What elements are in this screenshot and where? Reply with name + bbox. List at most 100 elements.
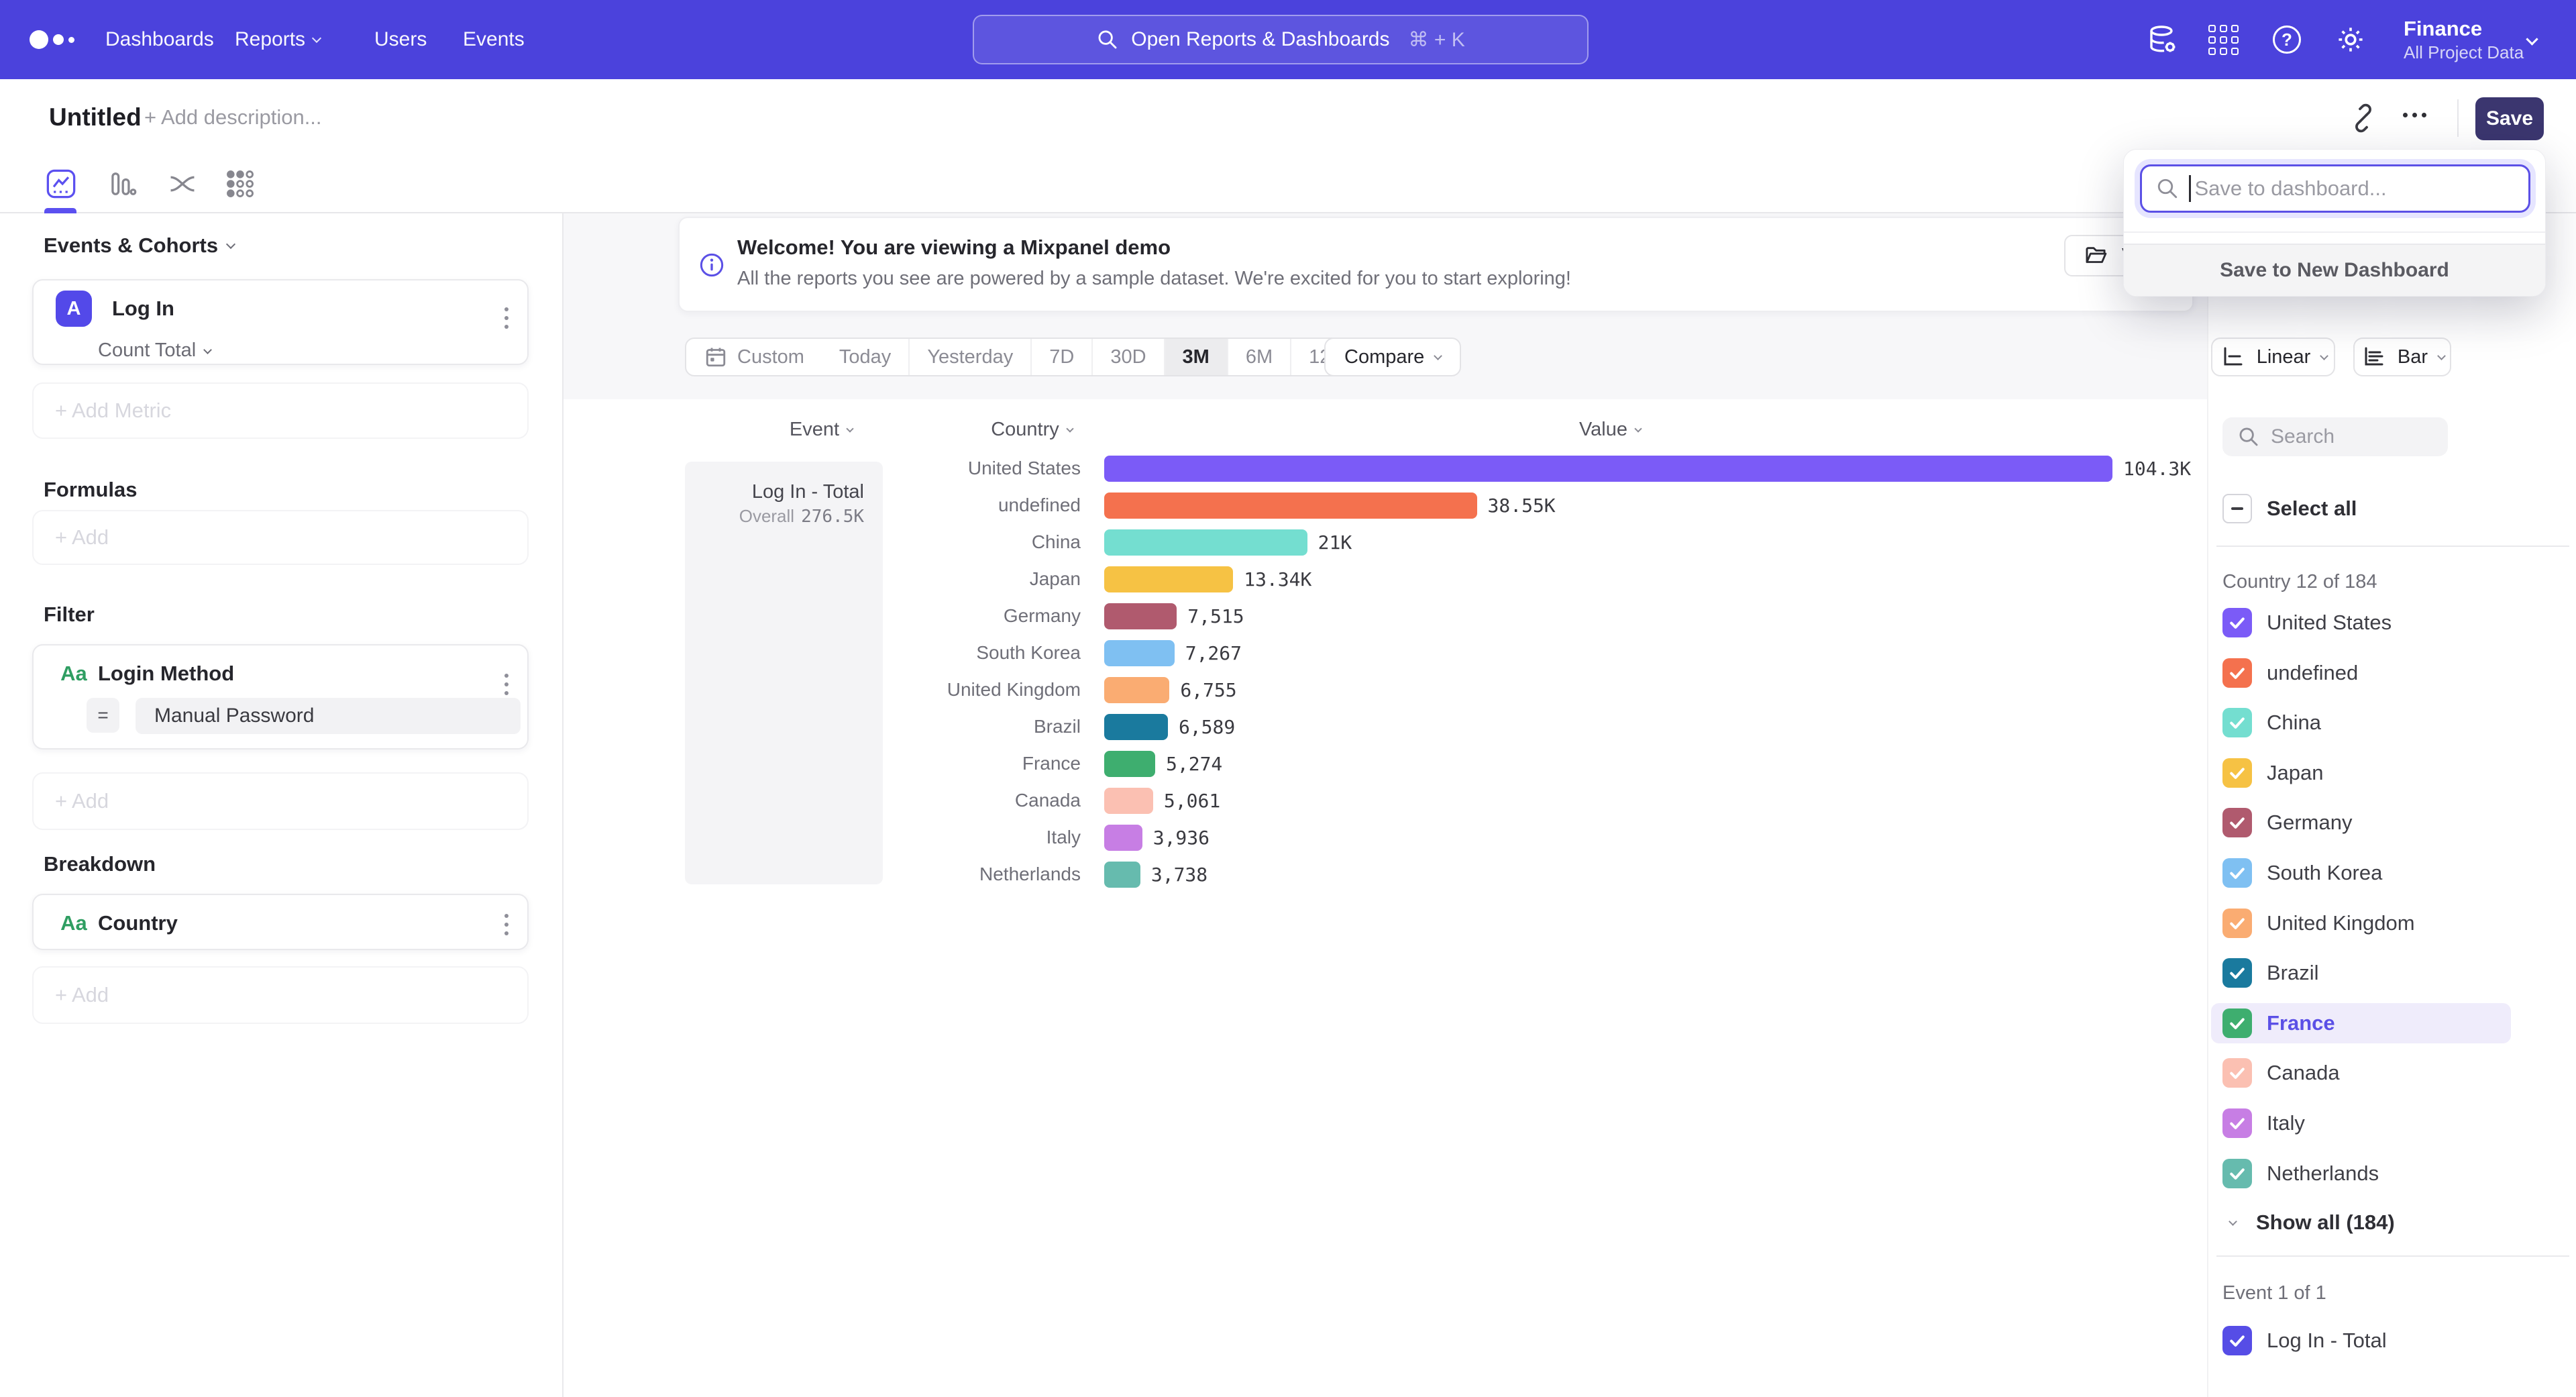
bar-south-korea[interactable]	[1104, 640, 1175, 666]
show-all-button[interactable]: Show all (184)	[2211, 1202, 2511, 1243]
checkbox-brazil[interactable]	[2222, 958, 2252, 988]
category-label: Japan	[564, 561, 1081, 598]
filter-menu-button[interactable]	[504, 674, 508, 695]
bar-italy[interactable]	[1104, 825, 1142, 851]
legend-row-united-kingdom[interactable]: United Kingdom	[2211, 903, 2511, 943]
add-breakdown-button[interactable]: + Add	[32, 966, 529, 1024]
date-option-6m[interactable]: 6M	[1227, 339, 1290, 375]
data-management-icon[interactable]	[2147, 0, 2179, 79]
add-formula-button[interactable]: + Add	[32, 510, 529, 565]
column-header-country[interactable]: Country	[965, 416, 1099, 443]
nav-events[interactable]: Events	[463, 0, 525, 79]
bar-canada[interactable]	[1104, 788, 1153, 814]
date-option-7d[interactable]: 7D	[1030, 339, 1091, 375]
bar-united-states[interactable]	[1104, 456, 2112, 482]
add-filter-button[interactable]: + Add	[32, 772, 529, 830]
checkbox-canada[interactable]	[2222, 1058, 2252, 1088]
legend-row-undefined[interactable]: undefined	[2211, 653, 2511, 693]
bar-france[interactable]	[1104, 751, 1155, 777]
legend-row-italy[interactable]: Italy	[2211, 1103, 2511, 1143]
checkbox-united-states[interactable]	[2222, 608, 2252, 637]
legend-row-canada[interactable]: Canada	[2211, 1053, 2511, 1093]
bar-united-kingdom[interactable]	[1104, 677, 1169, 703]
save-dashboard-search[interactable]	[2140, 164, 2530, 213]
global-search-button[interactable]: Open Reports & Dashboards ⌘ + K	[973, 15, 1589, 64]
tab-flows[interactable]	[162, 156, 203, 212]
checkbox-france[interactable]	[2222, 1008, 2252, 1038]
checkbox-log-in-total[interactable]	[2222, 1326, 2252, 1355]
value-label: 38.55K	[1488, 487, 1556, 524]
checkbox-germany[interactable]	[2222, 808, 2252, 837]
aggregation-selector[interactable]: Count Total	[98, 340, 211, 362]
legend-row-germany[interactable]: Germany	[2211, 803, 2511, 843]
legend-search-input[interactable]	[2271, 425, 2425, 448]
add-metric-button[interactable]: + Add Metric	[32, 382, 529, 439]
legend-row-china[interactable]: China	[2211, 703, 2511, 743]
project-switcher[interactable]: Finance All Project Data	[2404, 0, 2524, 79]
metric-card[interactable]: A Log In Count Total	[32, 279, 529, 365]
bar-germany[interactable]	[1104, 603, 1177, 629]
checkbox-united-kingdom[interactable]	[2222, 909, 2252, 938]
select-all-row[interactable]: Select all	[2222, 494, 2357, 523]
legend-row-south-korea[interactable]: South Korea	[2211, 853, 2511, 893]
legend-row-brazil[interactable]: Brazil	[2211, 953, 2511, 993]
date-option-30d[interactable]: 30D	[1091, 339, 1163, 375]
tab-insights[interactable]	[41, 156, 81, 212]
tab-retention[interactable]	[220, 156, 260, 212]
checkbox-undefined[interactable]	[2222, 658, 2252, 688]
checkbox-south-korea[interactable]	[2222, 858, 2252, 888]
breakdown-menu-button[interactable]	[504, 914, 508, 935]
checkbox-italy[interactable]	[2222, 1108, 2252, 1138]
column-header-event[interactable]: Event	[771, 416, 871, 443]
checkbox-netherlands[interactable]	[2222, 1159, 2252, 1188]
date-option-3m[interactable]: 3M	[1164, 339, 1227, 375]
bar-japan[interactable]	[1104, 566, 1233, 592]
filter-value[interactable]: Manual Password	[136, 698, 521, 734]
copy-link-icon[interactable]	[2348, 103, 2379, 134]
legend-row-france[interactable]: France	[2211, 1003, 2511, 1043]
metric-menu-button[interactable]	[504, 307, 508, 329]
legend-row-netherlands[interactable]: Netherlands	[2211, 1153, 2511, 1194]
bar-undefined[interactable]	[1104, 493, 1477, 519]
apps-grid-icon[interactable]	[2208, 0, 2239, 79]
date-custom[interactable]: Custom	[686, 339, 822, 375]
add-description-button[interactable]: + Add description...	[144, 79, 322, 156]
nav-users[interactable]: Users	[374, 0, 427, 79]
date-option-today[interactable]: Today	[822, 339, 908, 375]
event-name[interactable]: Log In	[112, 297, 174, 321]
compare-button[interactable]: Compare	[1324, 338, 1461, 376]
bar-netherlands[interactable]	[1104, 862, 1140, 888]
checkbox-china[interactable]	[2222, 708, 2252, 737]
filter-card[interactable]: Aa Login Method = Manual Password	[32, 644, 529, 749]
breakdown-header: Breakdown	[44, 852, 156, 876]
chart-type-button[interactable]: Bar	[2353, 338, 2451, 376]
save-button[interactable]: Save	[2475, 97, 2544, 140]
legend-search[interactable]	[2222, 417, 2448, 456]
nav-dashboards[interactable]: Dashboards	[105, 0, 214, 79]
bar-brazil[interactable]	[1104, 714, 1168, 740]
column-header-value[interactable]: Value	[1529, 416, 1690, 443]
bar-china[interactable]	[1104, 529, 1307, 556]
filter-property-name[interactable]: Login Method	[98, 662, 234, 686]
more-options-button[interactable]	[2403, 113, 2426, 117]
filter-operator[interactable]: =	[87, 698, 119, 733]
legend-row-japan[interactable]: Japan	[2211, 753, 2511, 793]
settings-gear-icon[interactable]	[2334, 0, 2367, 79]
nav-reports[interactable]: Reports	[235, 0, 320, 79]
report-title[interactable]: Untitled	[49, 79, 142, 156]
mixpanel-logo-icon[interactable]	[30, 0, 74, 79]
save-to-new-dashboard-button[interactable]: Save to New Dashboard	[2124, 244, 2545, 296]
date-option-yesterday[interactable]: Yesterday	[908, 339, 1030, 375]
breakdown-card[interactable]: Aa Country	[32, 894, 529, 950]
tab-funnels[interactable]	[101, 156, 142, 212]
chart-row-netherlands: Netherlands3,738	[564, 856, 2207, 893]
events-cohorts-header[interactable]: Events & Cohorts	[44, 234, 234, 258]
save-dashboard-input[interactable]	[2195, 176, 2517, 201]
checkbox-japan[interactable]	[2222, 758, 2252, 788]
select-all-checkbox[interactable]	[2222, 494, 2252, 523]
legend-row-log-in-total[interactable]: Log In - Total	[2211, 1321, 2511, 1361]
legend-row-united-states[interactable]: United States	[2211, 603, 2511, 643]
help-icon[interactable]: ?	[2273, 0, 2301, 79]
scale-selector-button[interactable]: Linear	[2211, 338, 2335, 376]
breakdown-property-name[interactable]: Country	[98, 911, 178, 935]
